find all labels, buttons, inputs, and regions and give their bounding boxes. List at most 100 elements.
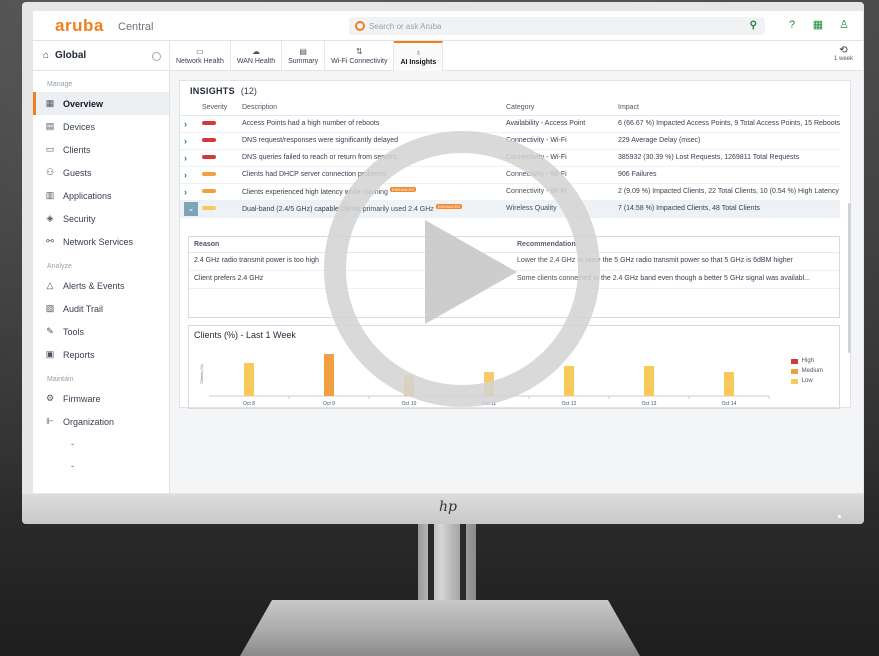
- tab-wan-health[interactable]: ☁ WAN Health: [231, 41, 283, 71]
- expand-cell[interactable]: ›: [180, 166, 198, 184]
- sidebar-item-guests[interactable]: ⚇ Guests: [33, 161, 169, 184]
- chevron-right-icon[interactable]: ›: [184, 136, 187, 146]
- chevron-right-icon[interactable]: ›: [184, 187, 187, 197]
- sidebar-item-audit-trail[interactable]: ▨ Audit Trail: [33, 297, 169, 320]
- power-indicator: [838, 515, 841, 518]
- devices-icon: ▤: [45, 121, 55, 131]
- tab-label: Summary: [288, 58, 319, 65]
- network-services-icon: ⚯: [46, 236, 54, 246]
- monitor-stand-base: [240, 600, 640, 656]
- severity-cell: [198, 115, 238, 133]
- chevron-right-icon[interactable]: ›: [184, 170, 187, 180]
- legend-item-high[interactable]: High: [790, 356, 823, 366]
- severity-cell: [198, 200, 238, 218]
- nav-section-label: Manage: [47, 81, 73, 88]
- sidebar-item-firmware[interactable]: ⚙ Firmware: [33, 387, 169, 410]
- laptop-icon: ▭: [45, 144, 55, 154]
- sidebar-item-organization[interactable]: ⊩ Organization: [33, 410, 169, 433]
- search-box[interactable]: Search or ask Aruba ⚲: [349, 17, 765, 35]
- aruba-logo[interactable]: aruba: [55, 16, 104, 36]
- loading-spinner-icon: [152, 52, 161, 61]
- severity-cell: [198, 132, 238, 150]
- tab-label: AI Insights: [400, 59, 437, 66]
- column-header-severity[interactable]: Severity: [198, 101, 238, 116]
- sidebar: ⌂ Global Manage ▦ Overview ▤ Devices ▭ Clients…: [33, 41, 170, 493]
- expand-cell[interactable]: ›: [180, 183, 198, 201]
- sidebar-placeholder-item: -: [71, 439, 74, 449]
- insights-table-header: Severity Description Category Impact: [180, 101, 840, 116]
- tab-label: Network Health: [176, 58, 224, 65]
- apps-grid-icon[interactable]: ▦: [811, 18, 825, 32]
- chevron-down-icon[interactable]: ⌄: [184, 201, 198, 216]
- sidebar-item-clients[interactable]: ▭ Clients: [33, 138, 169, 161]
- severity-low-indicator: [202, 206, 216, 210]
- sidebar-item-label: Overview: [63, 98, 104, 109]
- bar-low-oct-8[interactable]: [244, 363, 254, 396]
- expand-cell[interactable]: ›: [180, 115, 198, 133]
- gear-icon: ⚙: [45, 393, 55, 403]
- sidebar-item-label: Applications: [63, 190, 112, 201]
- sidebar-item-label: Tools: [63, 326, 85, 337]
- x-tick-label: Oct 14: [722, 401, 737, 407]
- insights-scrollbar[interactable]: [848, 203, 851, 353]
- sidebar-nav: Manage ▦ Overview ▤ Devices ▭ Clients ⚇ Guests ▥ A…: [33, 71, 169, 477]
- severity-high-indicator: [202, 138, 216, 142]
- severity-high-indicator: [202, 155, 216, 159]
- nav-section-label: Maintain: [47, 376, 74, 383]
- bar-low-oct-14[interactable]: [724, 372, 734, 396]
- bar-low-oct-13[interactable]: [644, 366, 654, 396]
- tab-wi-fi-connectivity[interactable]: ⇅ Wi-Fi Connectivity: [325, 41, 395, 71]
- expand-cell[interactable]: ›: [180, 132, 198, 150]
- chevron-right-icon[interactable]: ›: [184, 153, 187, 163]
- insights-count: (12): [240, 86, 257, 96]
- column-header-description[interactable]: Description: [238, 101, 502, 116]
- search-input[interactable]: Search or ask Aruba: [369, 22, 441, 31]
- sidebar-item-label: Firmware: [63, 393, 101, 404]
- top-bar: aruba Central Search or ask Aruba ⚲ ? ▦ …: [33, 11, 863, 41]
- expand-cell[interactable]: ›: [180, 149, 198, 167]
- tab-label: Wi-Fi Connectivity: [331, 58, 388, 65]
- scope-selector[interactable]: ⌂ Global: [33, 41, 169, 71]
- expand-cell[interactable]: ⌄: [180, 200, 198, 218]
- help-icon[interactable]: ?: [785, 18, 799, 32]
- sidebar-item-label: Guests: [63, 167, 92, 178]
- tab-network-health[interactable]: ▭ Network Health: [170, 41, 231, 71]
- severity-medium-indicator: [202, 172, 216, 176]
- tab-summary[interactable]: ▤ Summary: [282, 41, 326, 71]
- time-range-selector[interactable]: ⟲ 1 week: [834, 45, 853, 62]
- legend-item-medium[interactable]: Medium: [790, 366, 823, 376]
- legend-label: Medium: [801, 368, 823, 374]
- user-icon[interactable]: ♙: [837, 18, 851, 32]
- impact-cell: 2 (9.09 %) Impacted Clients, 22 Total Cl…: [614, 183, 840, 201]
- impact-cell: 6 (66.67 %) Impacted Access Points, 9 To…: [614, 115, 840, 133]
- sidebar-item-alerts-events[interactable]: △ Alerts & Events: [33, 274, 169, 297]
- sidebar-item-applications[interactable]: ▥ Applications: [33, 184, 169, 207]
- sidebar-item-devices[interactable]: ▤ Devices: [33, 115, 169, 138]
- sidebar-item-security[interactable]: ◈ Security: [33, 207, 169, 230]
- legend-item-low[interactable]: Low: [790, 376, 823, 386]
- severity-cell: [198, 166, 238, 184]
- nav-section-label: Analyze: [47, 263, 72, 270]
- sidebar-item-overview[interactable]: ▦ Overview: [33, 92, 169, 115]
- chart-y-label: Clients (%): [199, 364, 204, 384]
- shield-icon: ◈: [46, 213, 54, 223]
- column-header-impact[interactable]: Impact: [614, 101, 840, 116]
- sidebar-item-network-services[interactable]: ⚯ Network Services: [33, 230, 169, 253]
- x-tick-label: Oct 8: [243, 401, 255, 407]
- sidebar-item-reports[interactable]: ▣ Reports: [33, 343, 169, 366]
- monitor-icon: ▭: [196, 47, 204, 56]
- play-button[interactable]: [321, 128, 603, 410]
- legend-label: Low: [801, 378, 813, 384]
- sidebar-item-label: Devices: [63, 121, 96, 132]
- severity-high-indicator: [202, 121, 216, 125]
- impact-cell: 385932 (30.39 %) Lost Requests, 1269811 …: [614, 149, 840, 167]
- sidebar-item-tools[interactable]: ✎ Tools: [33, 320, 169, 343]
- grid-icon: ▦: [45, 98, 55, 108]
- tab-ai-insights[interactable]: ♁ AI Insights: [394, 41, 444, 71]
- sidebar-item-label: Alerts & Events: [63, 280, 125, 291]
- search-submit-icon[interactable]: ⚲: [750, 20, 757, 31]
- legend-label: High: [801, 358, 814, 364]
- column-header-category[interactable]: Category: [502, 101, 614, 116]
- tab-list: ▭ Network Health ☁ WAN Health ▤ Summary ⇅ Wi-Fi…: [170, 41, 444, 71]
- chevron-right-icon[interactable]: ›: [184, 119, 187, 129]
